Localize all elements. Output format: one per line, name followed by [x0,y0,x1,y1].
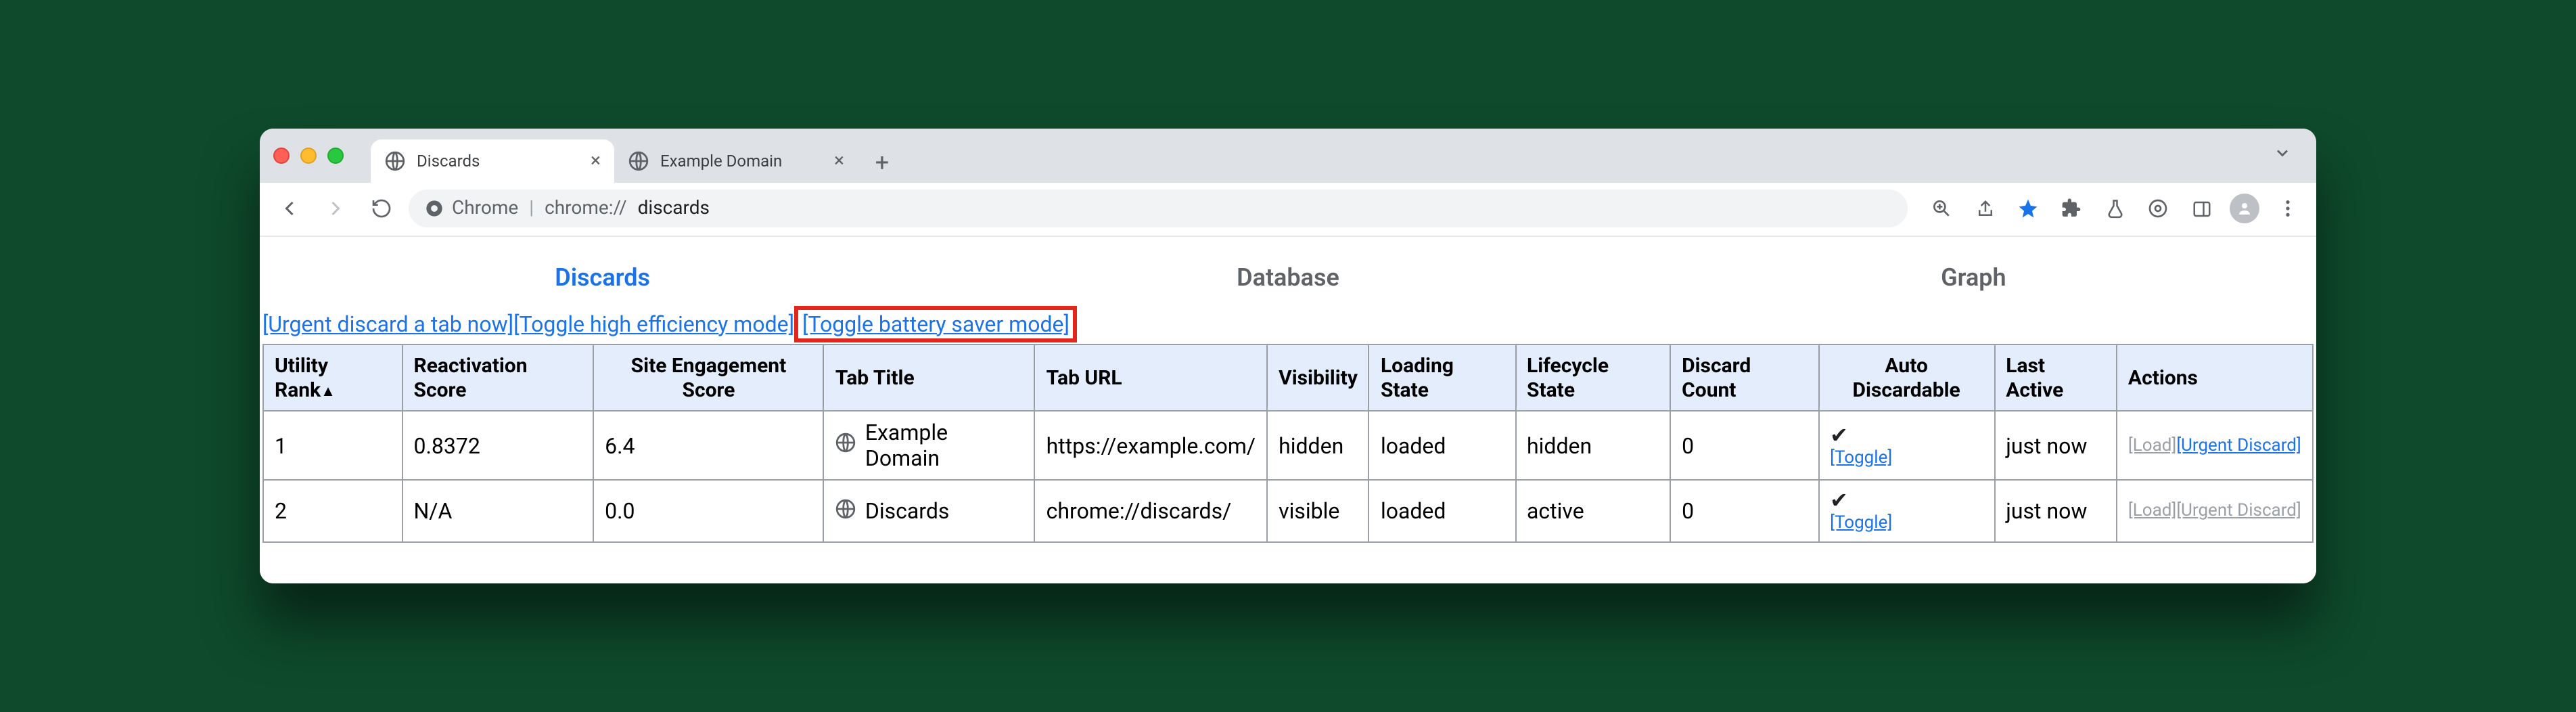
omnibox-separator: | [529,198,534,219]
col-lifecycle-state[interactable]: Lifecycle State [1515,345,1670,411]
page-content: Discards Database Graph [Urgent discard … [260,236,2316,584]
sort-ascending-icon: ▲ [321,383,336,401]
globe-icon [835,432,857,460]
browser-tab-discards[interactable]: Discards × [371,139,614,182]
checkmark-icon: ✔ [1830,424,1983,447]
cell-title-text: Discards [865,499,950,525]
action-links: [Urgent discard a tab now][Toggle high e… [260,311,2316,342]
cell-title-text: Example Domain [865,420,1024,472]
subtab-database[interactable]: Database [945,250,1630,311]
subtab-discards[interactable]: Discards [260,250,945,311]
col-loading-state[interactable]: Loading State [1369,345,1515,411]
toolbar-action-icons [1924,191,2305,226]
nav-back-button[interactable] [271,190,308,227]
profile-avatar[interactable] [2227,191,2262,226]
lens-icon[interactable] [2140,191,2176,226]
cell-actions: [Load][Urgent Discard] [2117,481,2313,543]
col-tab-url[interactable]: Tab URL [1035,345,1267,411]
zoom-icon[interactable] [1924,191,1959,226]
cell-engage: 6.4 [593,411,824,481]
tab-strip: Discards × Example Domain × + [371,128,901,182]
cell-react: 0.8372 [402,411,593,481]
cell-visibility: visible [1267,481,1369,543]
url-host: chrome:// [545,198,627,219]
col-utility-rank[interactable]: Utility Rank▲ [263,345,402,411]
window-close-button[interactable] [273,147,290,163]
table-row: 2 N/A 0.0 Discards chrome://discards/ vi… [263,481,2313,543]
extensions-icon[interactable] [2054,191,2089,226]
cell-discards: 0 [1670,481,1818,543]
action-urgent-discard[interactable]: [Urgent Discard] [2176,436,2301,456]
urgent-discard-link[interactable]: [Urgent discard a tab now] [262,311,513,336]
share-icon[interactable] [1967,191,2002,226]
tab-close-button[interactable]: × [591,150,601,171]
table-header-row: Utility Rank▲ Reactivation Score Site En… [263,345,2313,411]
checkmark-icon: ✔ [1830,489,1983,513]
window-minimize-button[interactable] [300,147,317,163]
col-site-engagement[interactable]: Site Engagement Score [593,345,824,411]
nav-reload-button[interactable] [363,190,400,227]
cell-discards: 0 [1670,411,1818,481]
globe-icon [384,150,406,171]
subtab-graph[interactable]: Graph [1631,250,2316,311]
col-actions[interactable]: Actions [2117,345,2313,411]
cell-last-active: just now [1994,481,2117,543]
action-load: [Load] [2128,436,2176,456]
toggle-high-efficiency-link[interactable]: [Toggle high efficiency mode] [513,311,794,336]
browser-window: Discards × Example Domain × + [260,128,2316,584]
url-toolbar: Chrome | chrome:// discards [260,182,2316,236]
page-subtabs: Discards Database Graph [260,250,2316,311]
scheme-chip: Chrome [425,198,518,219]
cell-auto-discardable: ✔ [Toggle] [1818,411,1994,481]
browser-tab-title: Discards [417,151,480,170]
cell-last-active: just now [1994,411,2117,481]
col-discard-count[interactable]: Discard Count [1670,345,1818,411]
discards-table: Utility Rank▲ Reactivation Score Site En… [262,344,2314,543]
titlebar: Discards × Example Domain × + [260,128,2316,182]
cell-engage: 0.0 [593,481,824,543]
bookmark-star-icon[interactable] [2010,191,2046,226]
cell-url: chrome://discards/ [1035,481,1267,543]
col-visibility[interactable]: Visibility [1267,345,1369,411]
cell-auto-discardable: ✔ [Toggle] [1818,481,1994,543]
tab-list-dropdown[interactable] [2262,137,2303,173]
window-controls [273,147,344,163]
scheme-label: Chrome [452,198,518,219]
col-reactivation-score[interactable]: Reactivation Score [402,345,593,411]
menu-icon[interactable] [2270,191,2305,226]
cell-lifecycle: hidden [1515,411,1670,481]
cell-title: Discards [824,481,1035,543]
browser-tab-title: Example Domain [660,151,782,170]
window-maximize-button[interactable] [327,147,344,163]
cell-loading: loaded [1369,411,1515,481]
cell-title: Example Domain [824,411,1035,481]
cell-react: N/A [402,481,593,543]
sidepanel-icon[interactable] [2184,191,2219,226]
action-load: [Load] [2128,502,2176,522]
col-last-active[interactable]: Last Active [1994,345,2117,411]
globe-icon [628,150,649,171]
col-tab-title[interactable]: Tab Title [824,345,1035,411]
cell-visibility: hidden [1267,411,1369,481]
table-row: 1 0.8372 6.4 Example Domain https://exam… [263,411,2313,481]
action-urgent-discard: [Urgent Discard] [2176,502,2301,522]
cell-actions: [Load][Urgent Discard] [2117,411,2313,481]
toggle-battery-saver-link[interactable]: [Toggle battery saver mode] [800,311,1072,336]
globe-icon [835,498,857,525]
browser-tab-example[interactable]: Example Domain × [614,139,858,182]
omnibox[interactable]: Chrome | chrome:// discards [409,190,1908,227]
labs-icon[interactable] [2097,191,2132,226]
tab-close-button[interactable]: × [834,150,844,171]
cell-lifecycle: active [1515,481,1670,543]
new-tab-button[interactable]: + [863,144,901,182]
auto-discardable-toggle[interactable]: [Toggle] [1830,447,1892,468]
col-auto-discardable[interactable]: Auto Discardable [1818,345,1994,411]
cell-url: https://example.com/ [1035,411,1267,481]
cell-rank: 1 [263,411,402,481]
nav-forward-button[interactable] [317,190,354,227]
cell-loading: loaded [1369,481,1515,543]
cell-rank: 2 [263,481,402,543]
auto-discardable-toggle[interactable]: [Toggle] [1830,513,1892,533]
url-path: discards [638,198,710,219]
